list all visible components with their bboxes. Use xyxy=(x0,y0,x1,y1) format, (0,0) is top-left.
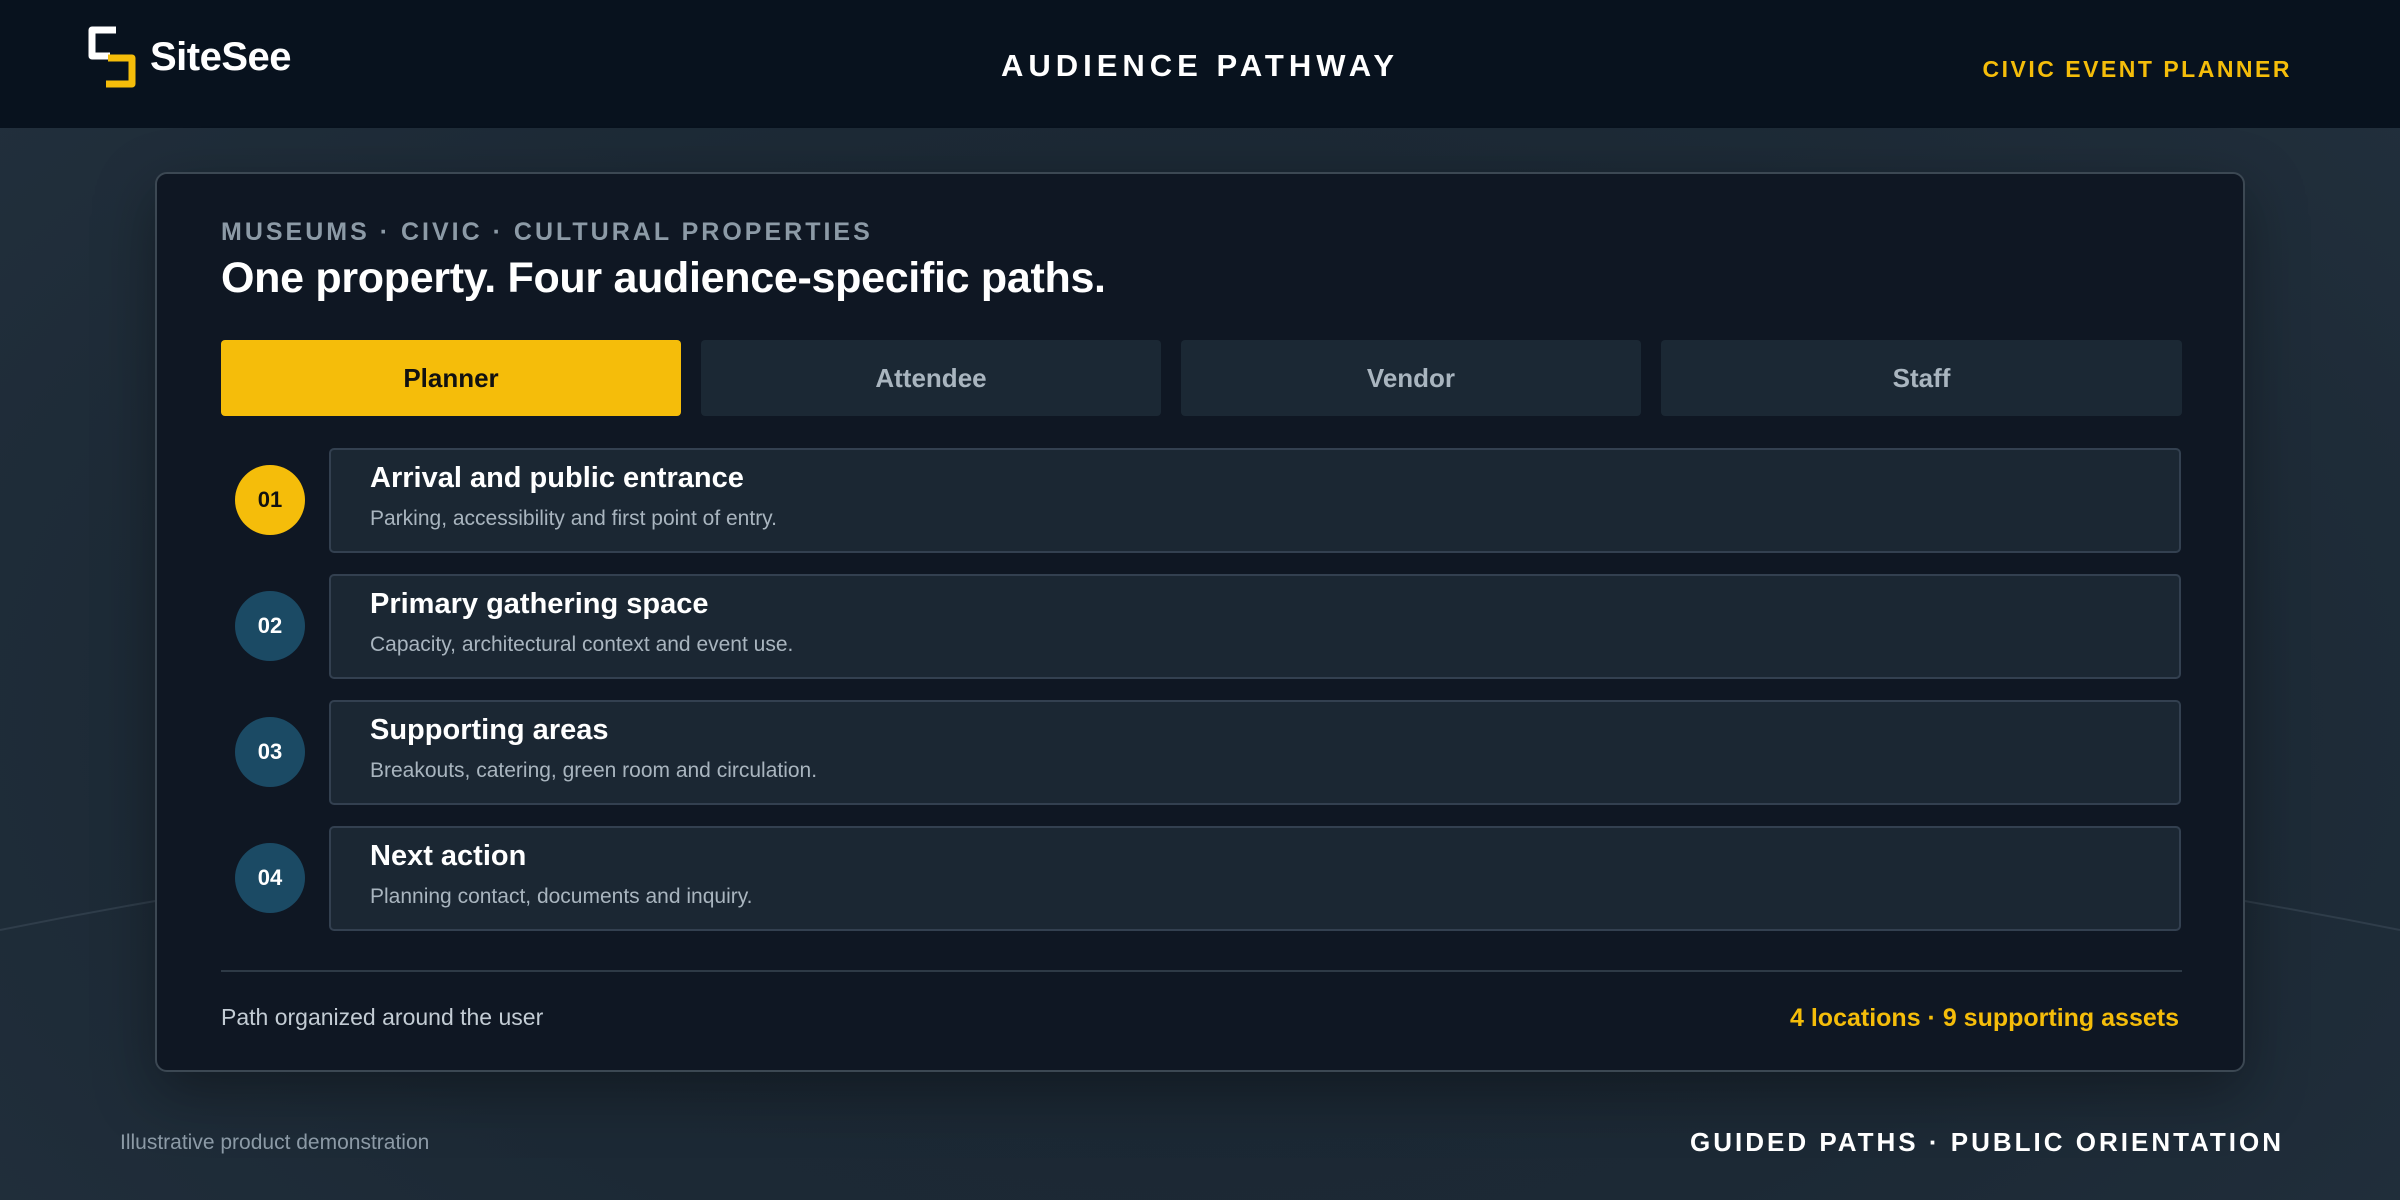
step-title: Supporting areas xyxy=(370,714,609,746)
tab-staff[interactable]: Staff xyxy=(1661,340,2182,416)
card-eyebrow: MUSEUMS · CIVIC · CULTURAL PROPERTIES xyxy=(221,218,873,246)
tab-attendee[interactable]: Attendee xyxy=(701,340,1161,416)
tab-vendor[interactable]: Vendor xyxy=(1181,340,1641,416)
step-title: Arrival and public entrance xyxy=(370,462,744,494)
step-title: Primary gathering space xyxy=(370,588,709,620)
step-title: Next action xyxy=(370,840,527,872)
card-headline: One property. Four audience-specific pat… xyxy=(221,254,1106,302)
page-footer-note: Illustrative product demonstration xyxy=(120,1131,430,1154)
step-description: Breakouts, catering, green room and circ… xyxy=(370,759,818,782)
step-item-supporting-areas[interactable]: Supporting areas Breakouts, catering, gr… xyxy=(329,700,2181,805)
step-item-next-action[interactable]: Next action Planning contact, documents … xyxy=(329,826,2181,931)
tab-planner[interactable]: Planner xyxy=(221,340,681,416)
step-item-gathering-space[interactable]: Primary gathering space Capacity, archit… xyxy=(329,574,2181,679)
pathway-card: MUSEUMS · CIVIC · CULTURAL PROPERTIES On… xyxy=(155,172,2245,1072)
step-description: Parking, accessibility and first point o… xyxy=(370,507,777,530)
top-bar: SiteSee AUDIENCE PATHWAY CIVIC EVENT PLA… xyxy=(0,0,2400,128)
step-number-badge: 03 xyxy=(235,717,305,787)
page-footer-tagline: GUIDED PATHS · PUBLIC ORIENTATION xyxy=(1690,1127,2284,1157)
card-divider xyxy=(221,970,2182,972)
step-item-arrival[interactable]: Arrival and public entrance Parking, acc… xyxy=(329,448,2181,553)
step-number-badge: 04 xyxy=(235,843,305,913)
step-number-badge: 02 xyxy=(235,591,305,661)
card-footer-stats: 4 locations · 9 supporting assets xyxy=(1790,1004,2179,1032)
step-description: Capacity, architectural context and even… xyxy=(370,633,794,656)
card-footer-note: Path organized around the user xyxy=(221,1004,544,1030)
step-number-badge: 01 xyxy=(235,465,305,535)
header-context-label: CIVIC EVENT PLANNER xyxy=(1982,56,2292,82)
audience-tabs: Planner Attendee Vendor Staff xyxy=(221,340,2182,416)
step-description: Planning contact, documents and inquiry. xyxy=(370,885,753,908)
